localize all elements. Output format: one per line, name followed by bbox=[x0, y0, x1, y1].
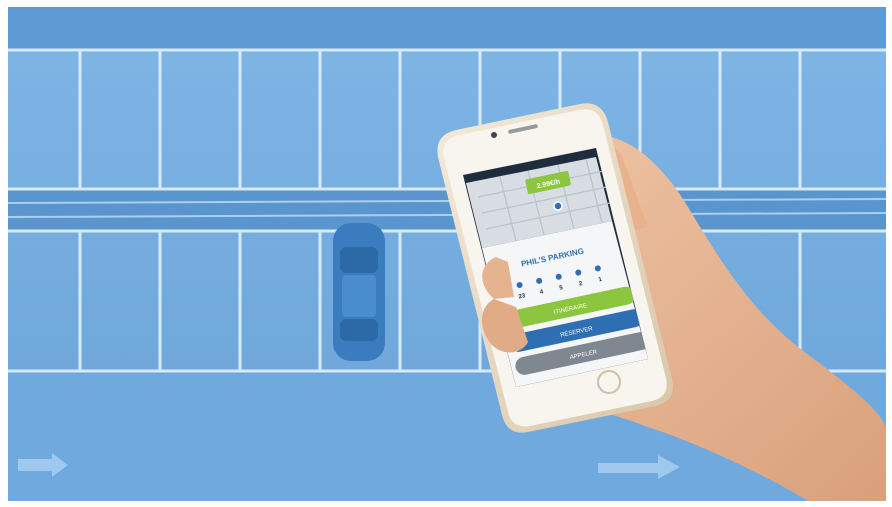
photo-frame: 2.99€/h PHIL'S PARKING 23 4 5 2 1 ITINÉR… bbox=[8, 7, 886, 501]
location-marker-icon bbox=[553, 201, 563, 211]
walkway-strip bbox=[8, 189, 886, 231]
top-strip bbox=[8, 7, 886, 49]
car bbox=[333, 223, 385, 361]
front-camera bbox=[491, 132, 497, 138]
parking-scene: 2.99€/h PHIL'S PARKING 23 4 5 2 1 ITINÉR… bbox=[8, 7, 886, 501]
